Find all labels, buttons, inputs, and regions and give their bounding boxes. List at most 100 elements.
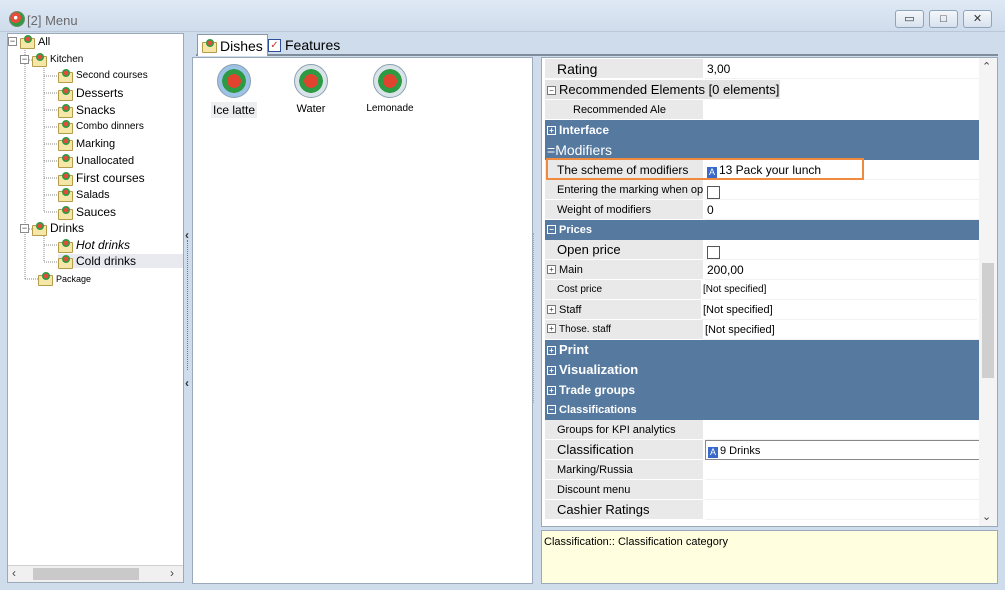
expand-icon[interactable]: + [547,324,556,333]
dish-item-ice-latte[interactable]: Ice latte [199,64,269,118]
category-classifications[interactable]: − Classifications [545,400,981,420]
tree-item-cold-drinks[interactable]: Cold drinks [58,254,183,269]
tree-item-snacks[interactable]: Snacks [58,103,115,118]
prop-rating[interactable]: Rating 3,00 [545,59,981,79]
expand-icon[interactable]: + [547,366,556,375]
prop-classification[interactable]: Classification A9 Drinks [545,440,981,460]
collapse-icon[interactable]: = [547,142,555,158]
expand-icon[interactable]: + [547,386,556,395]
category-interface[interactable]: + Interface [545,120,981,140]
tree-item-hot-drinks[interactable]: Hot drinks [58,238,130,253]
app-logo-icon [9,11,25,27]
dish-list: Ice latte Water Lemonade [192,57,533,584]
folder-icon [58,103,73,118]
folder-icon [58,188,73,202]
prop-entering-marking[interactable]: Entering the marking when opl [545,180,981,200]
prop-recommended-elements[interactable]: − Recommended Elements [0 elements] [545,80,981,100]
home-icon [20,35,35,49]
collapse-icon[interactable]: − [547,86,556,95]
prop-weight-of-modifiers[interactable]: Weight of modifiers 0 [545,200,981,220]
folder-icon [58,120,73,134]
folder-icon [32,53,47,67]
expand-icon[interactable]: + [547,126,556,135]
tree-item-kitchen[interactable]: − Kitchen [20,53,83,67]
tree-item-second-courses[interactable]: Second courses [58,69,148,83]
folder-icon [38,272,53,286]
window-titlebar [0,0,1005,32]
expand-icon[interactable]: + [547,305,556,314]
collapse-left-pane-icon[interactable]: ‹ [185,376,189,390]
dish-icon [373,64,407,98]
category-print[interactable]: + Print [545,340,981,360]
lookup-icon: A [708,447,718,458]
folder-icon [58,171,73,186]
dish-icon [294,64,328,98]
tree-item-all[interactable]: − All [8,35,50,49]
open-price-checkbox[interactable] [707,245,720,259]
collapse-icon[interactable]: − [8,37,17,46]
folder-icon [58,205,73,220]
scroll-right-icon[interactable]: › [170,566,174,580]
dish-item-water[interactable]: Water [276,64,346,116]
scroll-up-icon[interactable]: ⌃ [982,60,991,73]
property-grid-scrollbar[interactable]: ⌃ ⌄ [979,58,997,526]
collapse-icon[interactable]: − [20,55,29,64]
category-visualization[interactable]: + Visualization [545,360,981,380]
features-icon: ✓ [268,38,281,52]
category-prices[interactable]: − Prices [545,220,981,240]
folder-icon [58,154,73,168]
minimize-button[interactable]: ▭ [895,10,924,28]
scroll-thumb[interactable] [982,263,994,378]
selection-highlight [546,158,864,180]
tree-item-unallocated[interactable]: Unallocated [58,154,134,168]
tree-item-desserts[interactable]: Desserts [58,86,123,101]
collapse-icon[interactable]: − [547,225,556,234]
folder-icon [58,69,73,83]
property-grid: Rating 3,00 − Recommended Elements [0 ele… [541,57,998,527]
dish-item-lemonade[interactable]: Lemonade [355,64,425,115]
folder-icon [58,86,73,101]
tree-item-salads[interactable]: Salads [58,188,110,202]
tree-horizontal-scrollbar[interactable]: ‹ › [8,565,183,582]
tree-item-drinks[interactable]: − Drinks [20,221,84,236]
tab-features[interactable]: ✓ Features [264,34,344,56]
prop-discount-menu[interactable]: Discount menu [545,480,981,500]
tree-item-first-courses[interactable]: First courses [58,171,145,186]
collapse-icon[interactable]: − [547,405,556,414]
dishes-icon [202,39,217,53]
folder-icon [32,221,47,236]
scroll-left-icon[interactable]: ‹ [12,566,16,580]
folder-icon [58,137,73,151]
prop-cashier-ratings[interactable]: Cashier Ratings [545,500,981,520]
restore-button[interactable]: □ [929,10,958,28]
category-trade-groups[interactable]: + Trade groups [545,380,981,400]
prop-those-staff[interactable]: + Those. staff [Not specified] [545,320,981,340]
scroll-down-icon[interactable]: ⌄ [982,510,991,523]
category-tree: − All − Kitchen Second courses Desserts … [7,33,184,583]
tree-item-package[interactable]: Package [38,272,91,286]
collapse-icon[interactable]: − [20,223,29,233]
dish-icon [217,64,251,98]
prop-marking-russia[interactable]: Marking/Russia [545,460,981,480]
prop-main-price[interactable]: + Main 200,00 [545,260,981,280]
scroll-thumb[interactable] [33,568,139,580]
tab-dishes[interactable]: Dishes [197,34,268,56]
category-modifiers[interactable]: =Modifiers [545,140,981,160]
tree-item-marking[interactable]: Marking [58,137,115,151]
prop-open-price[interactable]: Open price [545,240,981,260]
entering-marking-checkbox[interactable] [707,185,720,199]
tree-item-combo-dinners[interactable]: Combo dinners [58,120,144,134]
tree-item-sauces[interactable]: Sauces [58,205,116,220]
prop-staff[interactable]: + Staff [Not specified] [545,300,981,320]
expand-icon[interactable]: + [547,346,556,355]
pane-splitter[interactable] [187,240,188,370]
folder-icon [58,238,73,253]
prop-cost-price[interactable]: Cost price [Not specified] [545,280,981,300]
close-button[interactable]: ✕ [963,10,992,28]
prop-recommended-ale[interactable]: Recommended Ale [545,100,981,120]
pane-splitter[interactable] [533,233,541,403]
property-description: Classification:: Classification category [541,530,998,584]
folder-icon [58,254,73,269]
expand-icon[interactable]: + [547,265,556,274]
prop-groups-kpi[interactable]: Groups for KPI analytics [545,420,981,440]
